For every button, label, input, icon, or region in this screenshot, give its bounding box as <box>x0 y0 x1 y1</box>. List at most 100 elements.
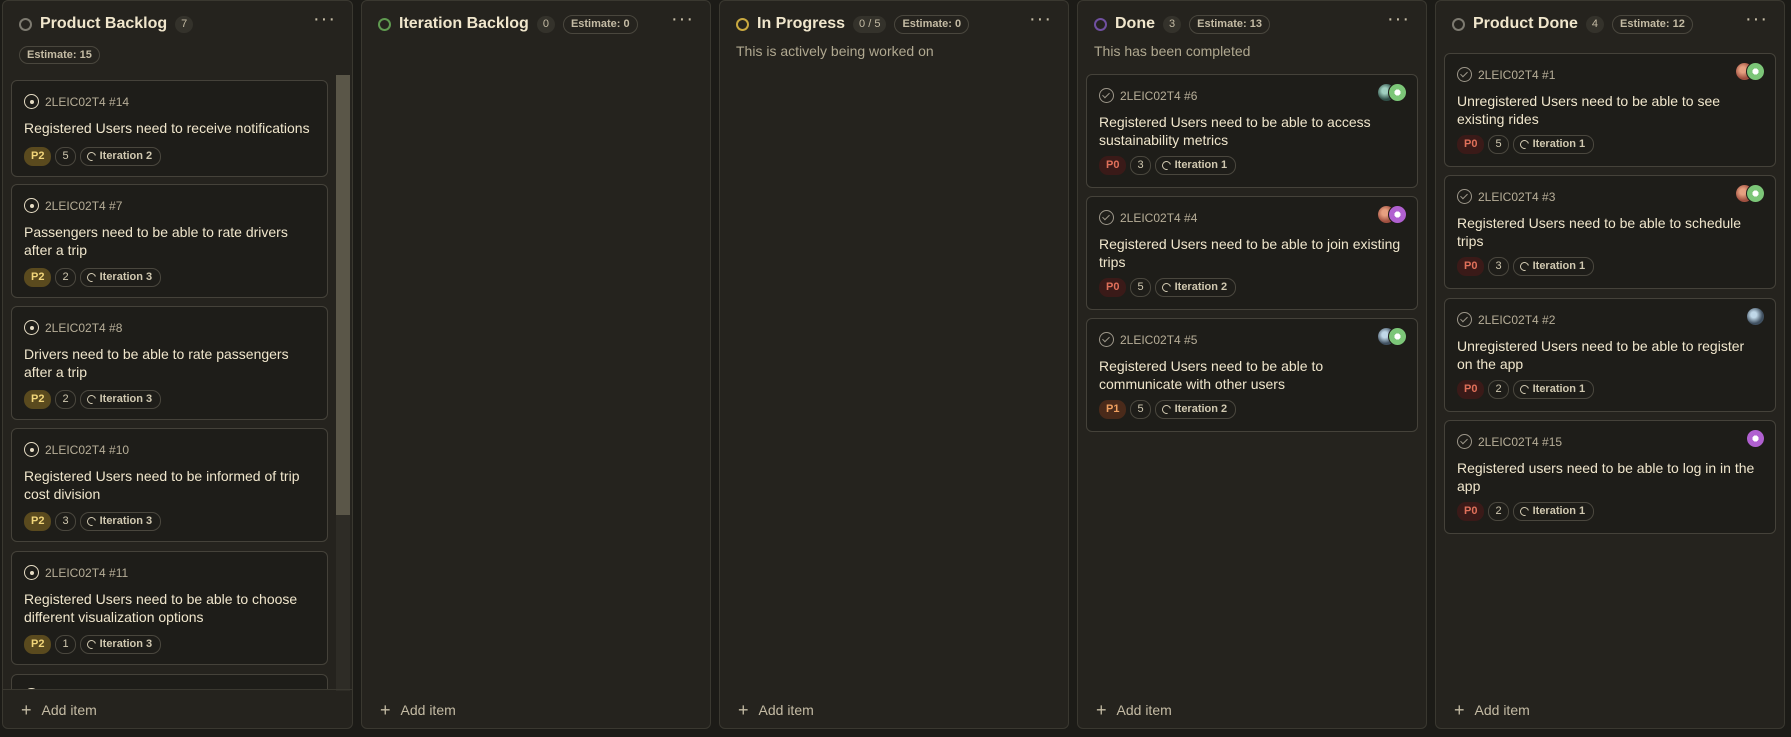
status-circle-icon <box>19 17 32 31</box>
issue-card[interactable]: 2LEIC02T4 #4 Registered Users need to be… <box>1086 196 1418 310</box>
card-title[interactable]: Registered users need to be able to log … <box>1457 459 1761 495</box>
column-menu-button[interactable]: ··· <box>671 9 694 29</box>
issue-card[interactable]: 2LEIC02T4 #2 Unregistered Users need to … <box>1444 298 1776 412</box>
assignees <box>1377 327 1407 346</box>
item-count-badge: 0 <box>536 15 555 33</box>
add-item-button[interactable]: + Add item <box>380 701 456 719</box>
points-tag: 5 <box>1488 135 1509 154</box>
issue-card[interactable]: 2LEIC02T4 #6 Registered Users need to be… <box>1086 74 1418 188</box>
column-menu-button[interactable]: ··· <box>1387 9 1410 29</box>
iteration-icon <box>1517 260 1531 273</box>
issue-card[interactable]: 2LEIC02T4 #14 Registered Users need to r… <box>11 80 328 177</box>
issue-card[interactable]: 2LEIC02T4 #3 Registered Users need to be… <box>1444 175 1776 289</box>
avatar[interactable] <box>1746 307 1765 326</box>
iteration-tag: Iteration 1 <box>1512 257 1595 276</box>
iteration-label: Iteration 3 <box>99 393 153 405</box>
card-id: 2LEIC02T4 #15 <box>1457 434 1562 449</box>
column-title: Product Done <box>1473 15 1578 32</box>
closed-issue-icon <box>1457 67 1472 82</box>
card-title[interactable]: Registered Users need to receive notific… <box>24 119 313 137</box>
column-description: This has been completed <box>1094 43 1251 59</box>
card-title[interactable]: Registered Users need to be able to sche… <box>1457 214 1761 250</box>
card-id-text: 2LEIC02T4 #2 <box>1478 312 1556 327</box>
estimate-badge: Estimate: 0 <box>562 14 638 34</box>
status-circle-icon <box>736 17 749 31</box>
closed-issue-icon <box>1457 189 1472 204</box>
issue-card[interactable]: 2LEIC02T4 #5 Registered Users need to be… <box>1086 318 1418 432</box>
card-id: 2LEIC02T4 #2 <box>1457 312 1555 327</box>
add-item-button[interactable]: + Add item <box>21 701 97 719</box>
points-tag: 5 <box>1130 278 1151 297</box>
card-id-text: 2LEIC02T4 #6 <box>1120 88 1198 103</box>
card-title[interactable]: Passengers need to be able to rate drive… <box>24 223 313 259</box>
add-item-button[interactable]: + Add item <box>738 701 814 719</box>
card-id: 2LEIC02T4 #5 <box>1099 332 1197 347</box>
avatar[interactable] <box>1388 327 1407 346</box>
card-id: 2LEIC02T4 #10 <box>24 442 129 457</box>
avatar[interactable] <box>1746 62 1765 81</box>
card-id: 2LEIC02T4 #8 <box>24 320 122 335</box>
card-id: 2LEIC02T4 #4 <box>1099 210 1197 225</box>
scrollbar-thumb[interactable] <box>336 75 350 515</box>
avatar[interactable] <box>1388 205 1407 224</box>
points-tag: 3 <box>55 512 76 531</box>
iteration-icon <box>1159 159 1173 172</box>
card-title[interactable]: Registered Users need to be informed of … <box>24 467 313 503</box>
column-menu-button[interactable]: ··· <box>1029 9 1052 29</box>
issue-card[interactable]: 2LEIC02T4 #7 Passengers need to be able … <box>11 184 328 298</box>
priority-tag: P0 <box>1099 278 1127 297</box>
card-title[interactable]: Registered Users need to be able to comm… <box>1099 357 1403 393</box>
card-title[interactable]: Unregistered Users need to be able to se… <box>1457 92 1761 128</box>
column-title: In Progress <box>757 15 846 32</box>
card-id-text: 2LEIC02T4 #14 <box>45 94 130 109</box>
issue-card[interactable]: 2LEIC02T4 #15 Registered users need to b… <box>1444 420 1776 534</box>
issue-card[interactable]: 2LEIC02T4 #10 Registered Users need to b… <box>11 428 328 542</box>
avatar[interactable] <box>1746 184 1765 203</box>
assignees <box>1735 62 1765 81</box>
card-id-text: 2LEIC02T4 #15 <box>1478 434 1563 449</box>
issue-card[interactable]: 2LEIC02T4 #1 Unregistered Users need to … <box>1444 53 1776 167</box>
closed-issue-icon <box>1099 88 1114 103</box>
avatar[interactable] <box>1746 429 1765 448</box>
iteration-label: Iteration 2 <box>1174 403 1228 415</box>
column-menu-button[interactable]: ··· <box>313 9 336 29</box>
issue-card[interactable]: 2LEIC02T4 #11 Registered Users need to b… <box>11 551 328 665</box>
card-tags: P2 1 Iteration 3 <box>24 635 162 654</box>
points-tag: 2 <box>1488 380 1509 399</box>
add-item-button[interactable]: + Add item <box>1454 701 1530 719</box>
card-title[interactable]: Drivers need to be able to rate passenge… <box>24 345 313 381</box>
estimate-badge: Estimate: 15 <box>19 46 100 64</box>
column-menu-button[interactable]: ··· <box>1745 9 1768 29</box>
iteration-tag: Iteration 2 <box>1154 400 1237 419</box>
assignees <box>1735 184 1765 203</box>
priority-tag: P2 <box>24 512 52 531</box>
priority-tag: P1 <box>1099 400 1127 419</box>
points-tag: 5 <box>1130 400 1151 419</box>
iteration-label: Iteration 1 <box>1532 383 1586 395</box>
card-id: 2LEIC02T4 #7 <box>24 198 122 213</box>
card-id-text: 2LEIC02T4 #5 <box>1120 332 1198 347</box>
card-id-text: 2LEIC02T4 #7 <box>45 198 123 213</box>
card-title[interactable]: Registered Users need to be able to choo… <box>24 590 313 626</box>
column-title: Done <box>1115 15 1155 32</box>
item-count-badge: 3 <box>1163 15 1182 33</box>
scrollbar[interactable] <box>336 75 350 691</box>
assignees <box>1746 429 1765 448</box>
add-item-label: Add item <box>41 702 97 718</box>
points-tag: 5 <box>55 147 76 166</box>
item-count-badge: 4 <box>1585 15 1605 33</box>
card-title[interactable]: Unregistered Users need to be able to re… <box>1457 337 1761 373</box>
assignees <box>1377 83 1407 102</box>
card-title[interactable]: Registered Users need to be able to join… <box>1099 235 1403 271</box>
issue-card[interactable]: 2LEIC02T4 #12 <box>11 674 328 690</box>
iteration-tag: Iteration 3 <box>79 268 162 287</box>
add-item-button[interactable]: + Add item <box>1096 701 1172 719</box>
column-header: In Progress 0 / 5 Estimate: 0 ··· <box>736 9 1052 35</box>
priority-tag: P0 <box>1099 156 1127 175</box>
card-tags: P0 5 Iteration 1 <box>1457 135 1595 154</box>
card-title[interactable]: Registered Users need to be able to acce… <box>1099 113 1403 149</box>
priority-tag: P0 <box>1457 257 1485 276</box>
avatar[interactable] <box>1388 83 1407 102</box>
issue-card[interactable]: 2LEIC02T4 #8 Drivers need to be able to … <box>11 306 328 420</box>
open-issue-icon <box>24 320 39 335</box>
